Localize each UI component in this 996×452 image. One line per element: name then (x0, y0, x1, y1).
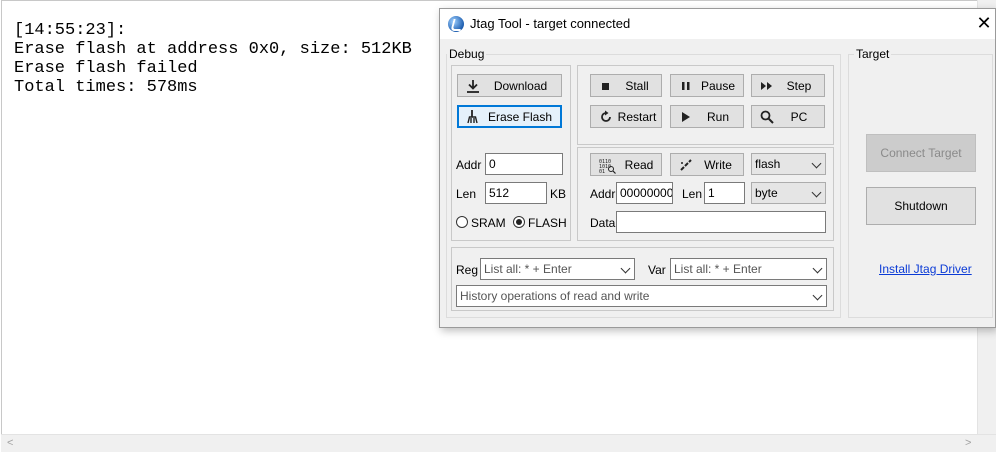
magnifier-icon (760, 110, 774, 124)
memory-unit-value: byte (755, 186, 778, 200)
memory-data-input[interactable] (616, 211, 826, 233)
debug-len-label: Len (456, 187, 477, 201)
console-horizontal-scrollbar[interactable]: < > (1, 434, 996, 452)
run-label: Run (706, 109, 729, 124)
pause-label: Pause (700, 78, 736, 93)
broom-icon (466, 109, 480, 124)
jtag-tool-window: Jtag Tool - target connected ✕ Debug Dow… (439, 8, 996, 328)
history-placeholder: History operations of read and write (460, 289, 650, 303)
memory-unit-select[interactable]: byte (751, 182, 826, 204)
run-button[interactable]: Run (670, 105, 744, 128)
debug-len-input[interactable]: 512 (485, 182, 547, 204)
binary-read-icon: 0110 1010 01 (599, 158, 617, 175)
chevron-down-icon (812, 263, 823, 274)
flash-radio[interactable] (513, 216, 525, 228)
write-label: Write (704, 157, 732, 172)
restart-icon (599, 110, 613, 124)
reg-label: Reg (456, 263, 479, 277)
step-icon (760, 79, 774, 93)
pc-button[interactable]: PC (751, 105, 825, 128)
target-group-label: Target (854, 47, 892, 61)
stall-label: Stall (625, 78, 649, 93)
step-button[interactable]: Step (751, 74, 825, 97)
write-icon (679, 158, 693, 172)
scroll-left-icon[interactable]: < (7, 437, 13, 449)
jtag-app-icon (448, 16, 464, 32)
console-line: Erase flash at address 0x0, size: 512KB (14, 40, 412, 59)
memory-data-label: Data (590, 216, 616, 230)
download-button[interactable]: Download (457, 74, 562, 97)
memory-len-input[interactable]: 1 (704, 182, 745, 204)
debug-group-label: Debug (447, 47, 487, 61)
debug-addr-label: Addr (456, 158, 482, 172)
flash-label: FLASH (528, 216, 567, 230)
reg-placeholder: List all: * + Enter (484, 262, 572, 276)
stop-icon (599, 79, 613, 93)
console-line: [14:55:23]: (14, 21, 127, 40)
history-select[interactable]: History operations of read and write (456, 285, 827, 307)
memory-target-select[interactable]: flash (751, 153, 826, 175)
stall-button[interactable]: Stall (590, 74, 662, 97)
sram-radio[interactable] (456, 216, 468, 228)
memory-len-label: Len (682, 187, 703, 201)
download-label: Download (493, 78, 548, 93)
console-text: [14:55:23]: Erase flash at address 0x0, … (14, 21, 412, 97)
play-icon (679, 110, 693, 124)
read-label: Read (624, 157, 654, 172)
chevron-down-icon (811, 187, 822, 198)
var-select[interactable]: List all: * + Enter (670, 258, 827, 280)
memory-target-value: flash (755, 157, 781, 171)
console-line: Total times: 578ms (14, 78, 198, 97)
debug-len-unit: KB (550, 187, 567, 201)
chevron-down-icon (811, 158, 822, 169)
pause-icon (679, 79, 693, 93)
chevron-down-icon (620, 263, 631, 274)
target-group (848, 54, 993, 318)
pause-button[interactable]: Pause (670, 74, 744, 97)
close-button[interactable]: ✕ (973, 9, 995, 39)
connect-target-button[interactable]: Connect Target (866, 134, 976, 172)
erase-flash-label: Erase Flash (487, 109, 553, 124)
write-button[interactable]: Write (670, 153, 744, 176)
step-label: Step (786, 78, 812, 93)
var-label: Var (648, 263, 666, 277)
restart-button[interactable]: Restart (590, 105, 662, 128)
install-jtag-driver-link[interactable]: Install Jtag Driver (879, 262, 972, 276)
sram-label: SRAM (471, 216, 506, 230)
var-placeholder: List all: * + Enter (674, 262, 762, 276)
window-title: Jtag Tool - target connected (470, 16, 631, 31)
chevron-down-icon (812, 290, 823, 301)
pc-label: PC (790, 109, 808, 124)
console-line: Erase flash failed (14, 59, 198, 78)
shutdown-button[interactable]: Shutdown (866, 187, 976, 225)
title-bar[interactable]: Jtag Tool - target connected ✕ (440, 9, 995, 39)
memory-addr-label: Addr (590, 187, 616, 201)
debug-addr-input[interactable]: 0 (485, 153, 563, 175)
erase-flash-button[interactable]: Erase Flash (457, 105, 562, 128)
scroll-right-icon[interactable]: > (965, 437, 971, 449)
svg-text:01: 01 (599, 169, 605, 174)
memory-addr-input[interactable]: 00000000 (616, 182, 673, 204)
download-icon (466, 79, 480, 93)
read-button[interactable]: 0110 1010 01 Read (590, 153, 662, 176)
restart-label: Restart (617, 109, 657, 124)
reg-select[interactable]: List all: * + Enter (480, 258, 635, 280)
